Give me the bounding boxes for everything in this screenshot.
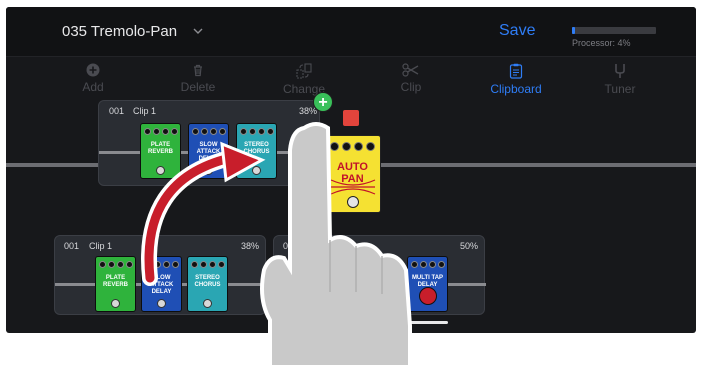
scissors-icon (402, 63, 419, 77)
tool-clipboard-button[interactable]: Clipboard (471, 63, 561, 96)
tool-tuner-label: Tuner (604, 82, 636, 96)
delay-graphic (419, 287, 437, 305)
clip-card-right[interactable]: 0 50% MULTI TAP DELAY (273, 235, 486, 315)
tuner-fork-icon (615, 64, 625, 78)
processor-meter (572, 27, 656, 34)
pedal-slow-attack-delay[interactable]: SLOW ATTACK DELAY (141, 256, 182, 312)
preset-name[interactable]: 035 Tremolo-Pan (62, 23, 177, 40)
clip-number: 0 (283, 241, 289, 251)
pedal-stereo-chorus[interactable]: STEREO CHORUS (236, 123, 277, 179)
add-icon (86, 63, 100, 77)
header-bar: 035 Tremolo-Pan Save Processor: 4% (6, 7, 696, 57)
tool-add-button[interactable]: Add (48, 63, 138, 94)
pedal-label: PLATE REVERB (102, 275, 128, 288)
chevron-down-icon[interactable] (192, 25, 204, 37)
tool-delete-button[interactable]: Delete (153, 63, 243, 94)
footswitch (347, 196, 359, 208)
trash-icon (194, 64, 202, 77)
tool-clipboard-label: Clipboard (490, 82, 542, 96)
change-icon (296, 63, 312, 79)
pedal-slow-attack-delay[interactable]: SLOW ATTACK DELAY (188, 123, 229, 179)
tool-change-button[interactable]: Change (259, 63, 349, 96)
pedal-auto-pan[interactable]: AUTO PAN (324, 135, 381, 213)
toolbar: Add Delete Change Clip Clipboard Tuner (6, 59, 696, 103)
clipboard-icon (509, 63, 523, 79)
floating-clip-name: Clip 1 (133, 106, 157, 116)
pedal-stereo-chorus[interactable]: STEREO CHORUS (187, 256, 228, 312)
clip-track (274, 283, 486, 286)
tool-tuner-button[interactable]: Tuner (575, 63, 665, 96)
pedal-label: SLOW ATTACK DELAY (196, 142, 221, 162)
pedal-label: PLATE REVERB (147, 142, 173, 155)
pedal-plate-reverb[interactable]: PLATE REVERB (95, 256, 136, 312)
home-indicator (324, 321, 448, 324)
tool-clip-label: Clip (400, 80, 422, 94)
clip-name: Clip 1 (89, 241, 113, 251)
tool-delete-label: Delete (180, 80, 216, 94)
floating-clip-card[interactable]: 001 Clip 1 38% PLATE REVERB SLOW ATTACK … (98, 100, 321, 186)
tool-add-label: Add (82, 80, 104, 94)
save-button[interactable]: Save (499, 22, 535, 40)
clip-number: 001 (64, 241, 80, 251)
add-badge-icon: + (313, 92, 333, 112)
pedal-multi-tap-delay[interactable]: MULTI TAP DELAY (407, 256, 448, 312)
pedal-label: SLOW ATTACK DELAY (149, 275, 174, 295)
pan-wave-graphic (330, 179, 376, 195)
pedal-label: STEREO CHORUS (243, 142, 270, 155)
pedal-plate-reverb[interactable]: PLATE REVERB (140, 123, 181, 179)
floating-clip-number: 001 (109, 106, 125, 116)
clip-percent: 50% (460, 241, 479, 251)
processor-label: Processor: 4% (572, 38, 631, 48)
tool-clip-button[interactable]: Clip (366, 63, 456, 94)
app-window: 035 Tremolo-Pan Save Processor: 4% Add D… (6, 7, 696, 333)
processor-meter-fill (572, 27, 576, 34)
clip-card-left[interactable]: 001 Clip 1 38% PLATE REVERB SLOW ATTACK … (54, 235, 267, 315)
record-indicator (343, 110, 359, 126)
clip-percent: 38% (241, 241, 260, 251)
pedal-label: STEREO CHORUS (194, 275, 221, 288)
